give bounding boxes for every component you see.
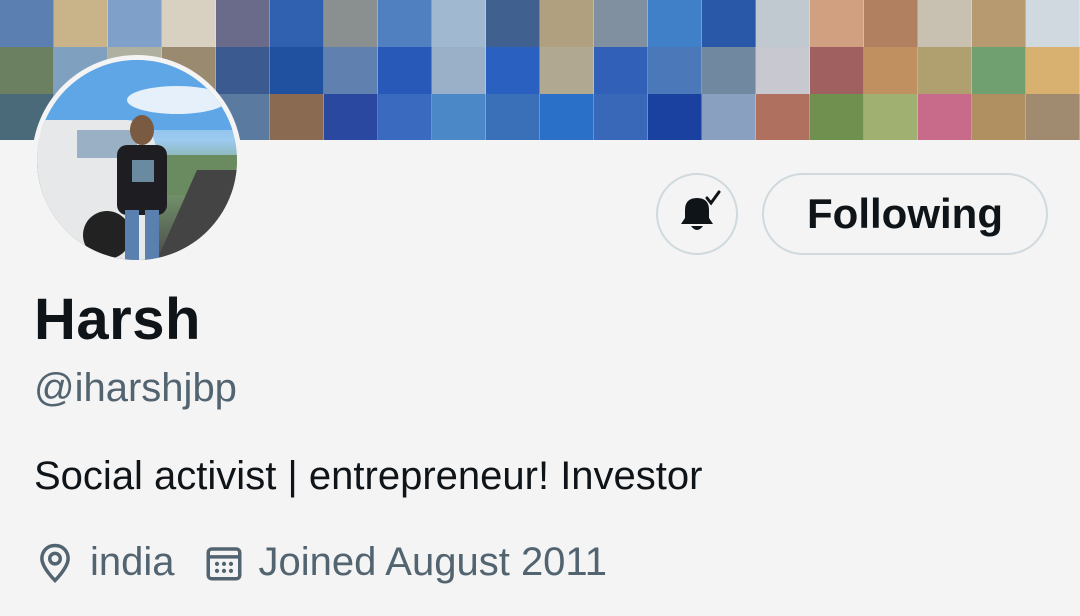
joined-text: Joined August 2011	[258, 540, 607, 584]
location-pin-icon	[40, 543, 70, 583]
profile-handle: @iharshjbp	[34, 366, 237, 410]
bell-check-icon	[681, 190, 721, 230]
profile-location: india	[34, 540, 175, 585]
profile-name: Harsh	[34, 287, 201, 352]
profile-bio: Social activist | entrepreneur! Investor	[34, 454, 703, 498]
notification-bell-button[interactable]	[656, 173, 738, 255]
calendar-icon	[206, 546, 242, 580]
location-text: india	[90, 540, 175, 584]
profile-avatar[interactable]	[32, 55, 242, 265]
profile-meta: india Joined August 2011	[34, 540, 635, 585]
following-button[interactable]: Following	[762, 173, 1048, 255]
avatar-photo-graphic	[37, 60, 237, 260]
following-button-label: Following	[807, 190, 1003, 237]
avatar-photo	[37, 60, 237, 260]
profile-joined: Joined August 2011	[203, 540, 607, 585]
